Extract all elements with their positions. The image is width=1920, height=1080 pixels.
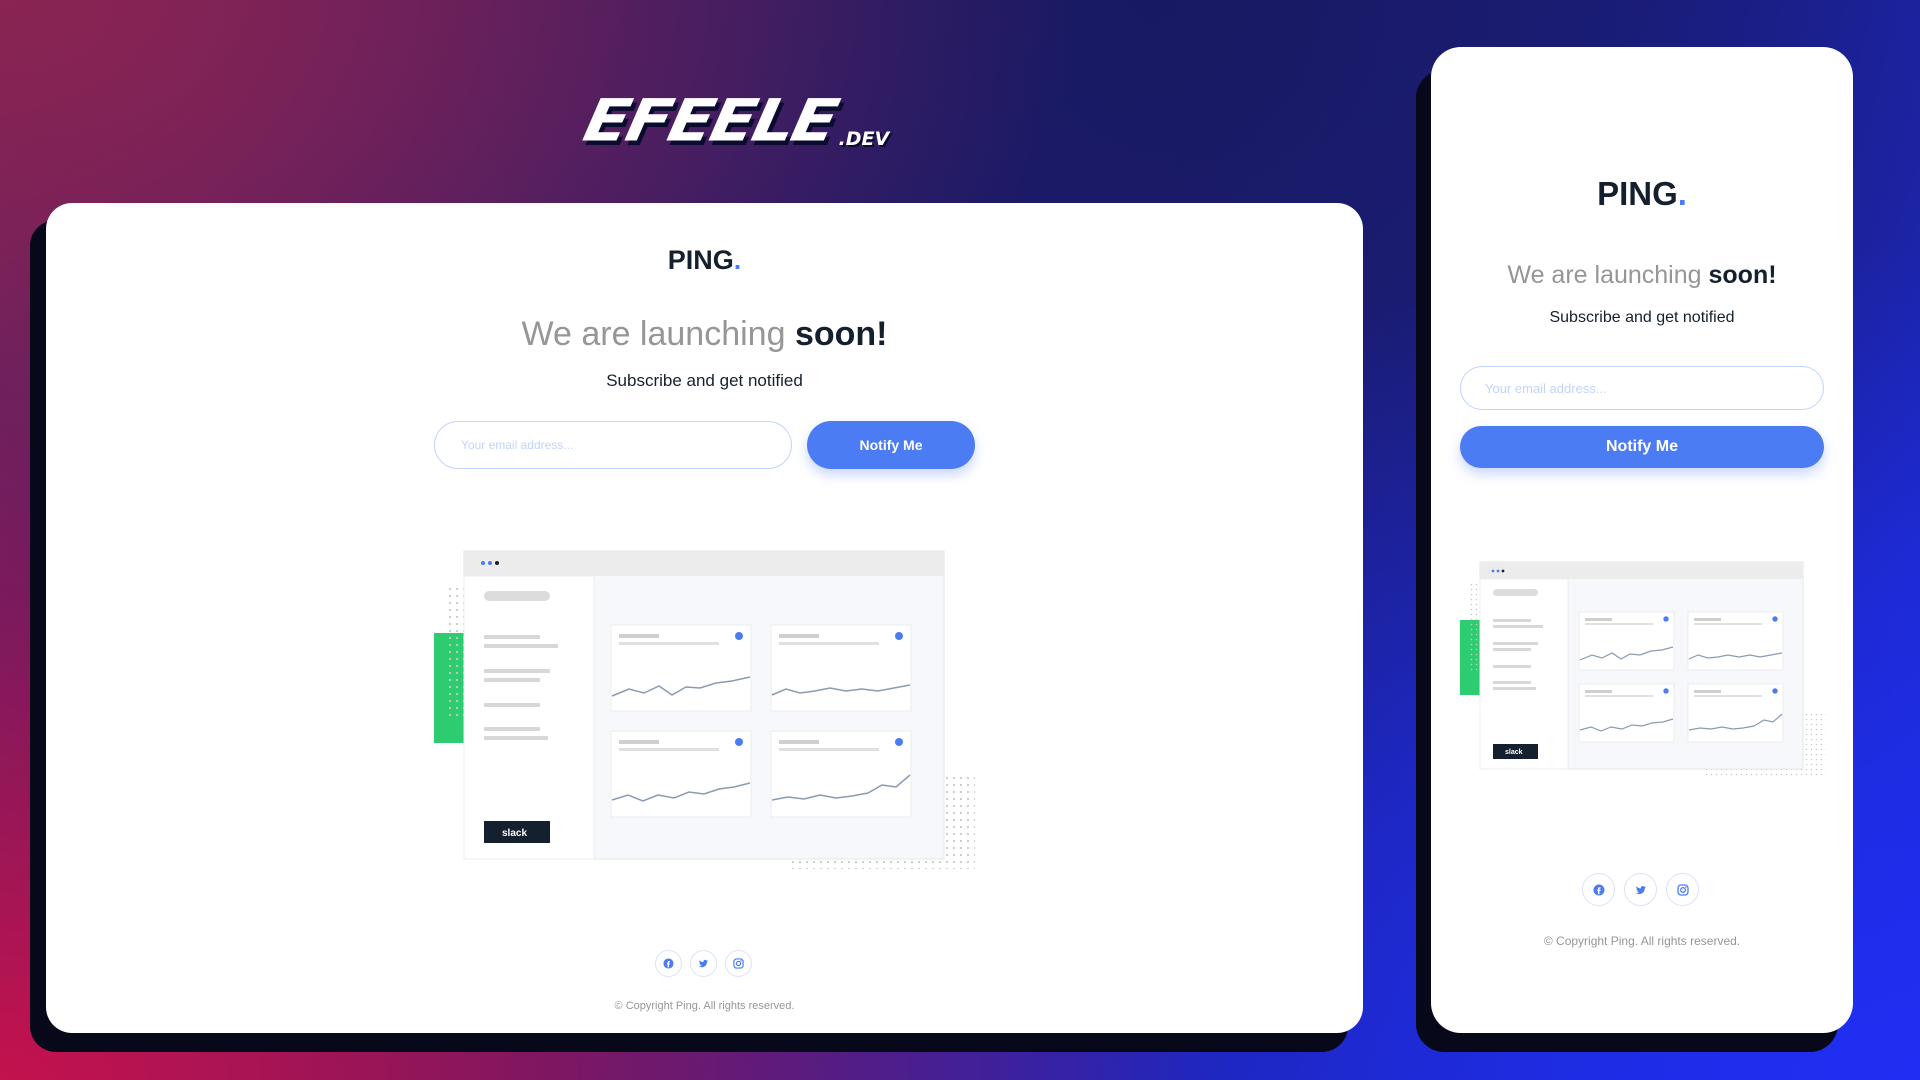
chart-card bbox=[1578, 611, 1675, 671]
chart-card bbox=[1687, 611, 1784, 671]
social-links bbox=[655, 950, 760, 977]
ping-logo: PING. bbox=[667, 245, 742, 275]
copyright: © Copyright Ping. All rights reserved. bbox=[1543, 934, 1741, 948]
chart-card bbox=[1687, 683, 1784, 743]
facebook-icon[interactable] bbox=[655, 950, 682, 977]
chart-card bbox=[610, 730, 752, 818]
chart-card bbox=[1578, 683, 1675, 743]
twitter-icon[interactable] bbox=[1624, 873, 1657, 906]
subtitle: Subscribe and get notified bbox=[606, 371, 803, 390]
email-placeholder: Your email address... bbox=[1485, 380, 1607, 396]
notify-button[interactable]: Notify Me bbox=[807, 421, 975, 469]
facebook-icon[interactable] bbox=[1582, 873, 1615, 906]
instagram-icon[interactable] bbox=[725, 950, 752, 977]
email-placeholder: Your email address... bbox=[461, 438, 574, 452]
chart-card bbox=[770, 730, 912, 818]
social-links bbox=[1582, 873, 1708, 906]
brand-logo: EFEELE .DEV bbox=[578, 87, 890, 155]
twitter-icon[interactable] bbox=[690, 950, 717, 977]
instagram-icon[interactable] bbox=[1666, 873, 1699, 906]
dashboard-illustration: slack bbox=[1460, 558, 1826, 785]
slack-logo: slack bbox=[502, 828, 527, 839]
chart-card bbox=[610, 624, 752, 712]
brand-suffix: .DEV bbox=[838, 128, 890, 150]
slack-logo: slack bbox=[1505, 749, 1523, 756]
headline: We are launching soon! bbox=[1507, 261, 1777, 289]
headline: We are launching soon! bbox=[521, 315, 888, 353]
email-input[interactable]: Your email address... bbox=[1460, 366, 1824, 410]
dashboard-illustration: slack bbox=[434, 545, 975, 881]
chart-card bbox=[770, 624, 912, 712]
subtitle: Subscribe and get notified bbox=[1549, 309, 1735, 326]
email-input[interactable]: Your email address... bbox=[434, 421, 792, 469]
ping-logo: PING. bbox=[1597, 175, 1687, 212]
notify-button[interactable]: Notify Me bbox=[1460, 426, 1824, 468]
desktop-preview: PING. We are launching soon! Subscribe a… bbox=[46, 203, 1363, 1033]
mobile-preview: PING. We are launching soon! Subscribe a… bbox=[1431, 47, 1853, 1033]
brand-name: EFEELE bbox=[577, 86, 842, 155]
copyright: © Copyright Ping. All rights reserved. bbox=[614, 1000, 795, 1012]
